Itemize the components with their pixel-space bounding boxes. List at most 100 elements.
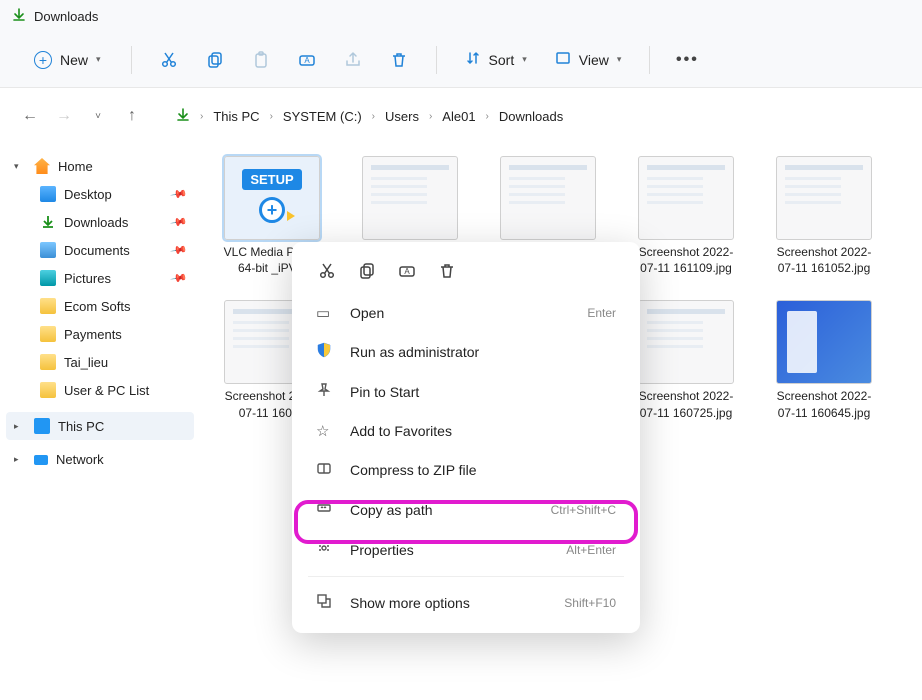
sidebar-item-folder[interactable]: User & PC List bbox=[6, 376, 194, 404]
sidebar-item-pictures[interactable]: Pictures 📌 bbox=[6, 264, 194, 292]
more-button[interactable]: ••• bbox=[666, 41, 708, 79]
new-button[interactable]: + New ▾ bbox=[20, 45, 115, 75]
menu-shortcut: Shift+F10 bbox=[564, 596, 616, 610]
recent-button[interactable]: ˅ bbox=[88, 111, 108, 122]
cut-button[interactable] bbox=[148, 41, 190, 79]
file-name: Screenshot 2022-07-11 160725.jpg bbox=[631, 388, 741, 420]
folder-icon bbox=[40, 326, 56, 342]
up-button[interactable]: ↑ bbox=[122, 107, 142, 125]
breadcrumb-item[interactable]: This PC bbox=[213, 109, 259, 124]
sidebar-label: Pictures bbox=[64, 271, 111, 286]
menu-label: Open bbox=[350, 305, 384, 321]
menu-item-copy-path[interactable]: Copy as path Ctrl+Shift+C bbox=[298, 490, 634, 530]
svg-text:A: A bbox=[304, 56, 310, 65]
title-bar: Downloads bbox=[0, 0, 922, 32]
delete-button[interactable] bbox=[378, 41, 420, 79]
sidebar-label: Home bbox=[58, 159, 93, 174]
pin-icon: 📌 bbox=[170, 185, 189, 204]
sidebar-item-downloads[interactable]: Downloads 📌 bbox=[6, 208, 194, 236]
sidebar-item-home[interactable]: ▾ Home bbox=[6, 152, 194, 180]
path-icon bbox=[316, 500, 334, 520]
sort-label: Sort bbox=[489, 52, 515, 68]
picture-icon bbox=[40, 270, 56, 286]
menu-shortcut: Alt+Enter bbox=[566, 543, 616, 557]
view-button[interactable]: View ▾ bbox=[543, 44, 634, 75]
shield-icon bbox=[316, 342, 334, 362]
window-title: Downloads bbox=[34, 9, 98, 24]
sidebar-label: Tai_lieu bbox=[64, 355, 108, 370]
file-item[interactable]: Screenshot 2022-07-11 160725.jpg bbox=[634, 300, 738, 420]
folder-icon bbox=[40, 382, 56, 398]
back-button[interactable]: ← bbox=[20, 107, 40, 125]
sidebar-item-network[interactable]: ▸ Network bbox=[6, 446, 194, 473]
sidebar-item-folder[interactable]: Tai_lieu bbox=[6, 348, 194, 376]
context-menu: A ▭ Open Enter Run as administrator Pin … bbox=[292, 242, 640, 633]
menu-item-compress[interactable]: Compress to ZIP file bbox=[298, 450, 634, 490]
play-icon bbox=[287, 211, 295, 221]
sidebar-item-documents[interactable]: Documents 📌 bbox=[6, 236, 194, 264]
sidebar-label: Desktop bbox=[64, 187, 112, 202]
plus-icon: + bbox=[34, 51, 52, 69]
forward-button[interactable]: → bbox=[54, 107, 74, 125]
chevron-right-icon: › bbox=[372, 111, 375, 122]
menu-item-open[interactable]: ▭ Open Enter bbox=[298, 294, 634, 332]
menu-item-more-options[interactable]: Show more options Shift+F10 bbox=[298, 583, 634, 623]
pin-icon bbox=[316, 382, 334, 402]
file-item[interactable]: Screenshot 2022-07-11 161109.jpg bbox=[634, 156, 738, 276]
file-thumb bbox=[776, 156, 872, 240]
menu-shortcut: Enter bbox=[587, 306, 616, 320]
file-thumb bbox=[638, 156, 734, 240]
sidebar: ▾ Home Desktop 📌 Downloads 📌 Documents 📌… bbox=[0, 144, 200, 700]
sort-button[interactable]: Sort ▾ bbox=[453, 44, 539, 75]
copy-button[interactable] bbox=[356, 260, 378, 282]
rename-button[interactable]: A bbox=[286, 41, 328, 79]
chevron-right-icon: › bbox=[429, 111, 432, 122]
svg-text:A: A bbox=[404, 267, 410, 276]
file-item[interactable]: Screenshot 2022-07-11 160645.jpg bbox=[772, 300, 876, 420]
sidebar-label: Ecom Softs bbox=[64, 299, 130, 314]
chevron-down-icon: ▾ bbox=[617, 54, 622, 65]
sidebar-item-folder[interactable]: Payments bbox=[6, 320, 194, 348]
more-icon bbox=[316, 593, 334, 613]
file-item[interactable]: Screenshot 2022-07-11 161052.jpg bbox=[772, 156, 876, 276]
pin-icon: 📌 bbox=[170, 241, 189, 260]
sidebar-label: This PC bbox=[58, 419, 104, 434]
share-button[interactable] bbox=[332, 41, 374, 79]
properties-icon bbox=[316, 540, 334, 560]
sidebar-item-folder[interactable]: Ecom Softs bbox=[6, 292, 194, 320]
menu-item-pin-start[interactable]: Pin to Start bbox=[298, 372, 634, 412]
breadcrumb-item[interactable]: Ale01 bbox=[442, 109, 475, 124]
file-name: Screenshot 2022-07-11 161109.jpg bbox=[631, 244, 741, 276]
paste-button[interactable] bbox=[240, 41, 282, 79]
delete-button[interactable] bbox=[436, 260, 458, 282]
menu-label: Show more options bbox=[350, 595, 470, 611]
menu-label: Add to Favorites bbox=[350, 423, 452, 439]
folder-icon bbox=[40, 298, 56, 314]
chevron-down-icon: ▾ bbox=[522, 54, 527, 65]
menu-item-run-admin[interactable]: Run as administrator bbox=[298, 332, 634, 372]
cut-button[interactable] bbox=[316, 260, 338, 282]
new-label: New bbox=[60, 52, 88, 68]
breadcrumb-item[interactable]: Users bbox=[385, 109, 419, 124]
download-icon bbox=[12, 8, 26, 25]
view-icon bbox=[555, 50, 571, 69]
sidebar-item-desktop[interactable]: Desktop 📌 bbox=[6, 180, 194, 208]
plus-icon: + bbox=[259, 197, 285, 223]
file-thumb: SETUP + bbox=[224, 156, 320, 240]
sidebar-item-this-pc[interactable]: ▸ This PC bbox=[6, 412, 194, 440]
sidebar-label: Downloads bbox=[64, 215, 128, 230]
setup-badge: SETUP bbox=[242, 169, 301, 190]
pin-icon: 📌 bbox=[170, 269, 189, 288]
breadcrumb-item[interactable]: Downloads bbox=[499, 109, 563, 124]
copy-button[interactable] bbox=[194, 41, 236, 79]
rename-button[interactable]: A bbox=[396, 260, 418, 282]
separator bbox=[308, 576, 624, 577]
menu-item-favorites[interactable]: ☆ Add to Favorites bbox=[298, 412, 634, 450]
separator bbox=[436, 46, 437, 74]
sidebar-label: Documents bbox=[64, 243, 130, 258]
separator bbox=[131, 46, 132, 74]
nav-row: ← → ˅ ↑ › This PC › SYSTEM (C:) › Users … bbox=[0, 88, 922, 144]
breadcrumb-item[interactable]: SYSTEM (C:) bbox=[283, 109, 362, 124]
menu-item-properties[interactable]: Properties Alt+Enter bbox=[298, 530, 634, 570]
sidebar-label: Payments bbox=[64, 327, 122, 342]
